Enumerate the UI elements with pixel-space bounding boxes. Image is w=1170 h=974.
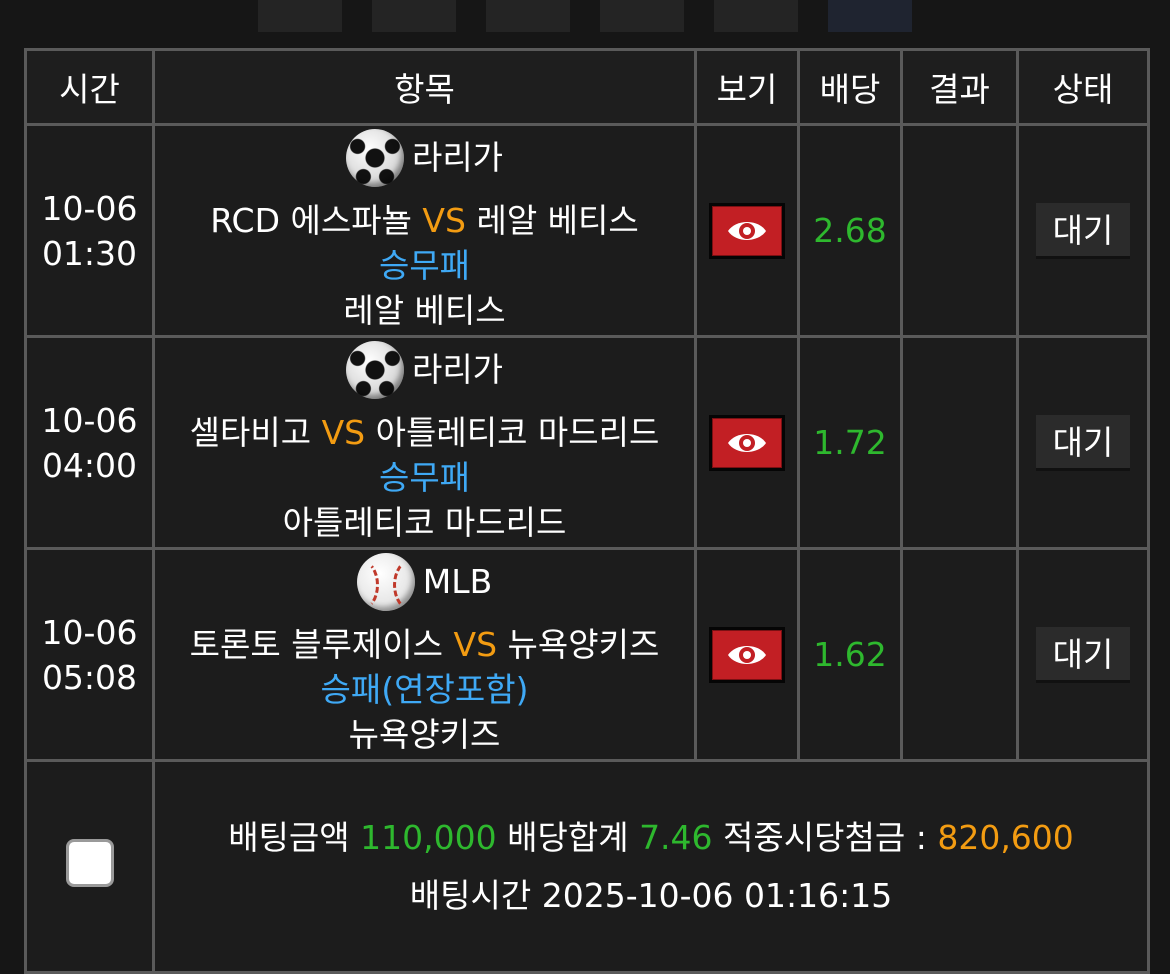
select-cell — [24, 759, 155, 974]
bet-item-cell: 라리가 RCD 에스파뇰 VS 레알 베티스 승무패 레알 베티스 — [152, 123, 697, 338]
bet-time-cell: 10-06 04:00 — [24, 335, 155, 550]
baseball-icon — [356, 552, 415, 611]
league-line: 라리가 — [345, 340, 504, 399]
vs-label: VS — [422, 200, 466, 240]
odds-value: 2.68 — [797, 123, 903, 338]
header-item: 항목 — [152, 48, 697, 126]
bet-date: 10-06 — [41, 400, 138, 440]
tab-2[interactable] — [372, 0, 456, 32]
table-row: 10-06 05:08 MLB 토론토 블루제이스 VS 뉴욕양키즈 승패(연장… — [24, 547, 1150, 762]
summary-time: 배팅시간 2025-10-06 01:16:15 — [155, 867, 1147, 925]
payout-amount: 820,600 — [937, 817, 1074, 857]
league-line: MLB — [356, 552, 493, 611]
away-team: 레알 베티스 — [476, 200, 639, 240]
select-checkbox[interactable] — [65, 838, 114, 887]
amount-label: 배팅금액 — [228, 817, 350, 857]
status-badge: 대기 — [1036, 626, 1130, 683]
bet-date: 10-06 — [41, 188, 138, 228]
tab-3[interactable] — [486, 0, 570, 32]
vs-label: VS — [321, 412, 366, 452]
bet-date: 10-06 — [41, 612, 138, 652]
view-button[interactable] — [709, 414, 785, 471]
pick-selection: 아틀레티코 마드리드 — [282, 502, 567, 542]
status-cell: 대기 — [1016, 123, 1150, 338]
soccer-ball-icon — [345, 128, 404, 187]
status-badge: 대기 — [1036, 414, 1130, 471]
market-type: 승무패 — [378, 245, 471, 285]
bet-amount: 110,000 — [360, 817, 497, 857]
league-name: 라리가 — [411, 138, 504, 177]
bet-summary: 배팅금액 110,000 배당합계 7.46 적중시당첨금 : 820,600 … — [152, 759, 1150, 974]
odds-value: 1.62 — [797, 547, 903, 762]
match-line: 셀타비고 VS 아틀레티코 마드리드 — [155, 410, 694, 455]
summary-amounts: 배팅금액 110,000 배당합계 7.46 적중시당첨금 : 820,600 — [155, 809, 1147, 867]
odds-total: 7.46 — [639, 817, 713, 857]
home-team: 셀타비고 — [189, 412, 312, 452]
league-line: 라리가 — [345, 128, 504, 187]
status-badge: 대기 — [1036, 202, 1130, 259]
header-result: 결과 — [900, 48, 1019, 126]
odds-total-label: 배당합계 — [507, 817, 629, 857]
view-button[interactable] — [709, 202, 785, 259]
status-cell: 대기 — [1016, 335, 1150, 550]
bet-time-value: 2025-10-06 01:16:15 — [541, 875, 893, 915]
league-name: 라리가 — [411, 350, 504, 389]
odds-value: 1.72 — [797, 335, 903, 550]
table-row: 10-06 01:30 라리가 RCD 에스파뇰 VS 레알 베티스 승무패 레… — [24, 123, 1150, 338]
header-time: 시간 — [24, 48, 155, 126]
result-value — [900, 123, 1019, 338]
eye-icon — [728, 221, 766, 240]
home-team: 토론토 블루제이스 — [189, 624, 444, 664]
eye-icon — [728, 433, 766, 452]
view-cell — [694, 123, 800, 338]
market-type: 승패(연장포함) — [320, 669, 529, 709]
market-type: 승무패 — [378, 457, 471, 497]
match-line: 토론토 블루제이스 VS 뉴욕양키즈 — [155, 622, 694, 667]
bet-clock: 05:08 — [41, 657, 138, 697]
vs-label: VS — [453, 624, 498, 664]
bet-clock: 01:30 — [41, 233, 138, 273]
match-line: RCD 에스파뇰 VS 레알 베티스 — [155, 198, 694, 243]
home-team: RCD 에스파뇰 — [210, 200, 412, 240]
result-value — [900, 335, 1019, 550]
view-cell — [694, 547, 800, 762]
payout-label: 적중시당첨금 : — [723, 817, 927, 857]
bet-item-cell: MLB 토론토 블루제이스 VS 뉴욕양키즈 승패(연장포함) 뉴욕양키즈 — [152, 547, 697, 762]
eye-icon — [728, 645, 766, 664]
tab-5[interactable] — [714, 0, 798, 32]
soccer-ball-icon — [345, 340, 404, 399]
pick-selection: 뉴욕양키즈 — [348, 714, 501, 754]
away-team: 뉴욕양키즈 — [507, 624, 660, 664]
view-button[interactable] — [709, 626, 785, 683]
tab-6[interactable] — [828, 0, 912, 32]
bet-item-cell: 라리가 셀타비고 VS 아틀레티코 마드리드 승무패 아틀레티코 마드리드 — [152, 335, 697, 550]
league-name: MLB — [422, 562, 493, 601]
header-status: 상태 — [1016, 48, 1150, 126]
bet-time-cell: 10-06 05:08 — [24, 547, 155, 762]
top-tab-strip — [0, 0, 1170, 40]
table-row: 10-06 04:00 라리가 셀타비고 VS 아틀레티코 마드리드 승무패 아… — [24, 335, 1150, 550]
result-value — [900, 547, 1019, 762]
bet-time-label: 배팅시간 — [409, 875, 532, 915]
view-cell — [694, 335, 800, 550]
bet-history-table: 시간 항목 보기 배당 결과 상태 10-06 01:30 라리가 RCD 에스… — [24, 48, 1150, 974]
header-view: 보기 — [694, 48, 800, 126]
table-header-row: 시간 항목 보기 배당 결과 상태 — [24, 48, 1150, 126]
status-cell: 대기 — [1016, 547, 1150, 762]
tab-4[interactable] — [600, 0, 684, 32]
away-team: 아틀레티코 마드리드 — [375, 412, 660, 452]
bet-clock: 04:00 — [41, 445, 138, 485]
pick-selection: 레알 베티스 — [343, 290, 506, 330]
tab-1[interactable] — [258, 0, 342, 32]
bet-time-cell: 10-06 01:30 — [24, 123, 155, 338]
header-odds: 배당 — [797, 48, 903, 126]
summary-row: 배팅금액 110,000 배당합계 7.46 적중시당첨금 : 820,600 … — [24, 759, 1150, 974]
